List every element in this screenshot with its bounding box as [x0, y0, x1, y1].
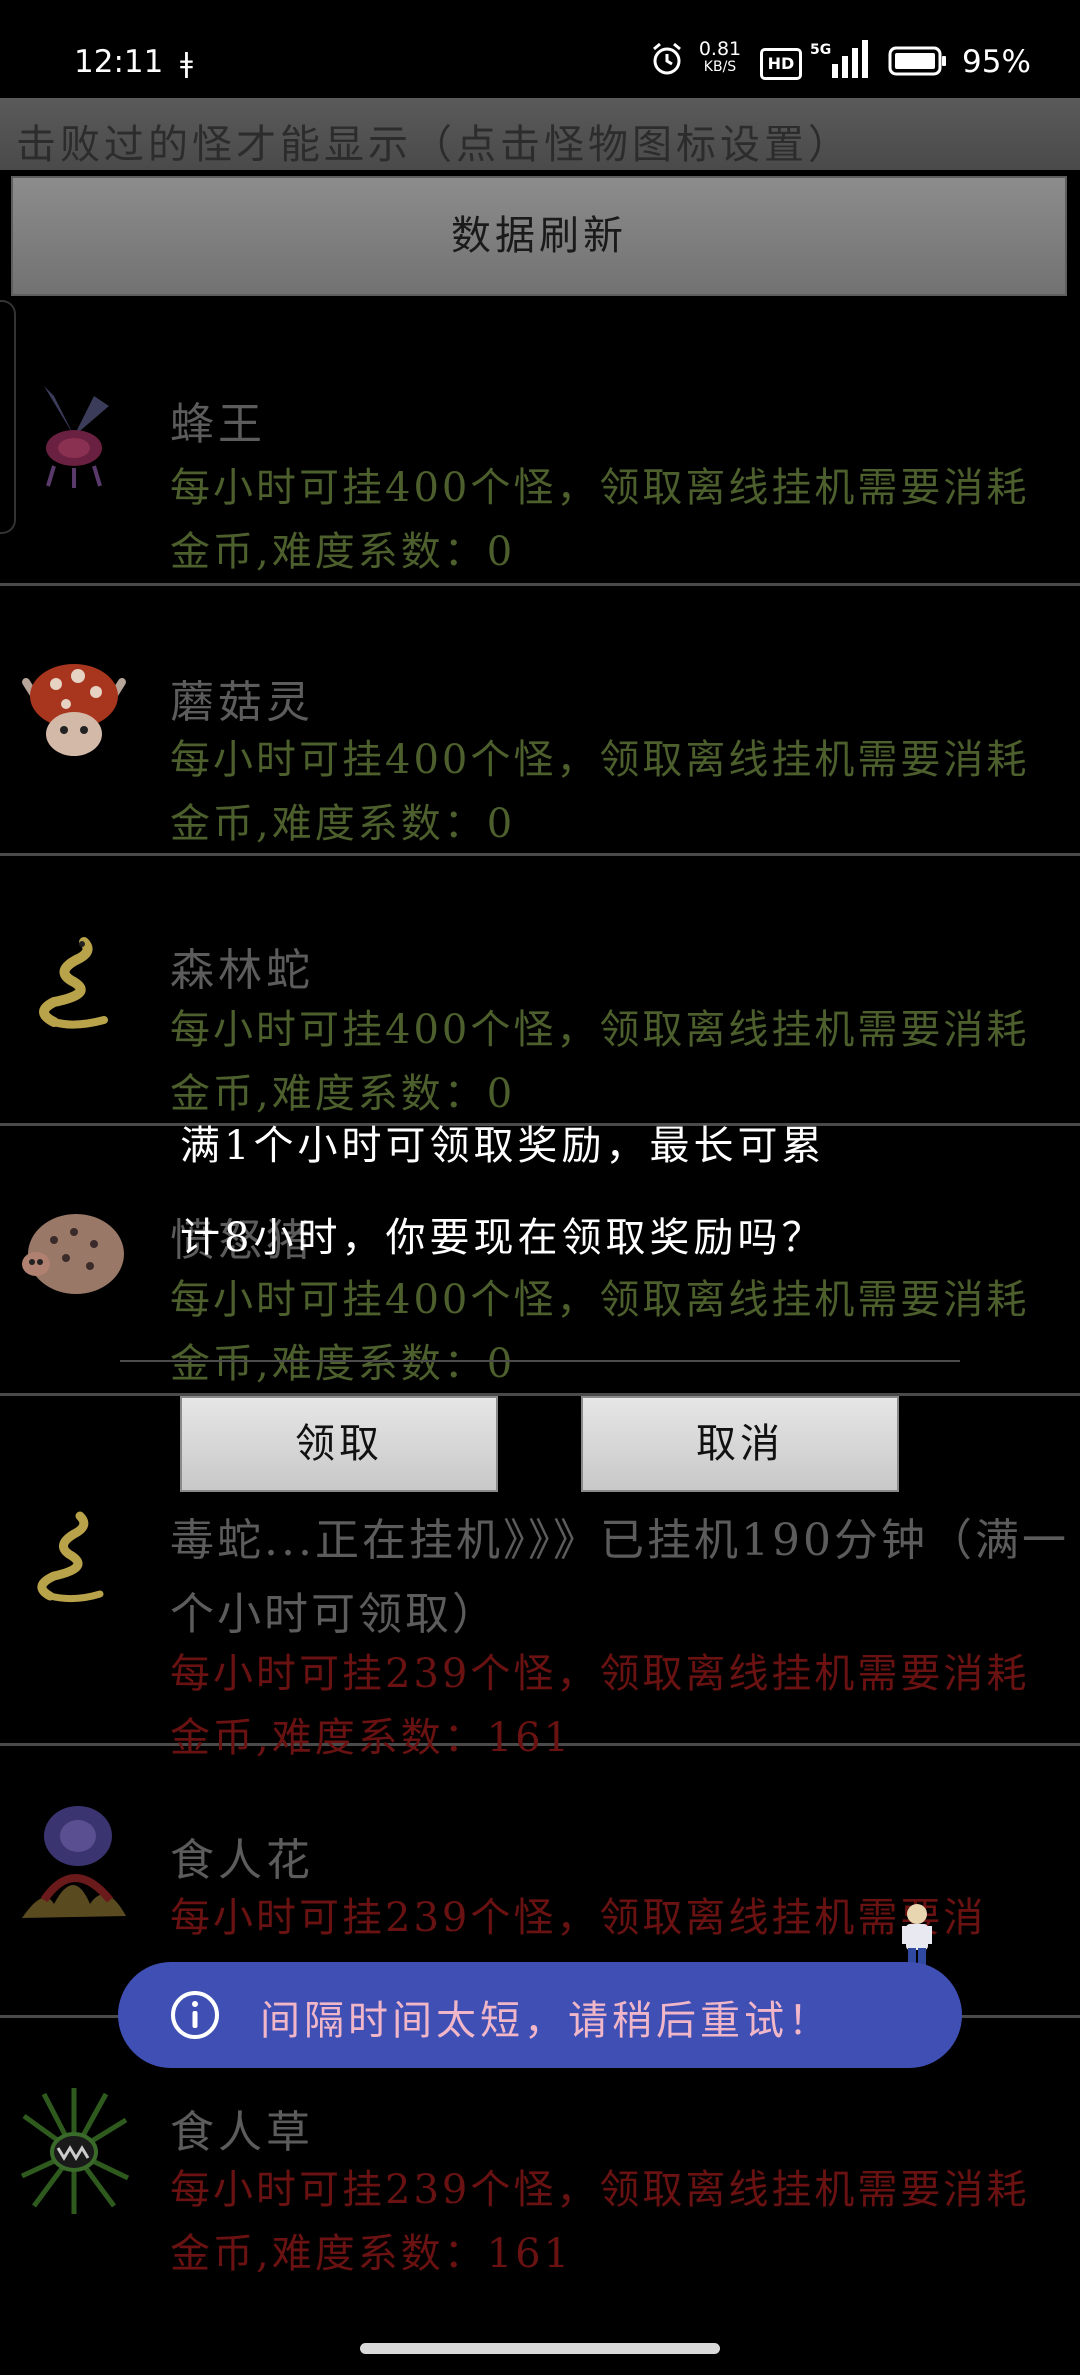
bee-king-icon[interactable]: [14, 376, 134, 496]
refresh-button[interactable]: 数据刷新: [11, 176, 1067, 296]
list-item[interactable]: 蜂王 每小时可挂400个怪，领取离线挂机需要消耗金币,难度系数：0: [0, 300, 1080, 586]
battery-percent: 95%: [962, 44, 1031, 80]
dialog-message-line1: 满1个小时可领取奖励，最长可累: [180, 1123, 826, 1169]
monster-desc: 每小时可挂400个怪，领取离线挂机需要消耗金币,难度系数：0: [170, 465, 1030, 575]
info-icon: [171, 1991, 219, 2039]
battery-icon: [888, 46, 946, 76]
monster-name: 蘑菇灵: [170, 677, 314, 728]
home-indicator[interactable]: [360, 2343, 720, 2354]
idle-status: 毒蛇...正在挂机》》》已挂机190分钟（满一个小时可领取）: [170, 1515, 1069, 1640]
signal-5g-icon: 5G: [810, 40, 868, 78]
list-item[interactable]: 毒蛇...正在挂机》》》已挂机190分钟（满一个小时可领取） 每小时可挂239个…: [0, 1396, 1080, 1761]
network-speed: 0.81 KB/S: [694, 40, 746, 76]
monster-name: 食人花: [170, 1835, 314, 1886]
refresh-label: 数据刷新: [451, 213, 627, 259]
svg-text:5G: 5G: [810, 42, 831, 58]
speed-unit: KB/S: [703, 59, 737, 75]
list-item[interactable]: 蘑菇灵 每小时可挂400个怪，领取离线挂机需要消耗金币,难度系数：0: [0, 586, 1080, 856]
forest-snake-icon[interactable]: [14, 922, 134, 1042]
monster-name: 食人草: [170, 2107, 314, 2158]
monster-desc: 每小时可挂400个怪，领取离线挂机需要消耗金币,难度系数：0: [170, 1277, 1030, 1387]
monster-desc: 每小时可挂400个怪，领取离线挂机需要消耗金币,难度系数：0: [170, 737, 1030, 847]
dialog-divider: [120, 1360, 960, 1362]
hd-badge: HD: [760, 48, 802, 80]
status-time: 12:11: [74, 44, 164, 80]
status-bar: 12:11 ǂ 0.81 KB/S HD 5G 95%: [0, 0, 1080, 98]
man-eating-flower-icon[interactable]: [14, 1796, 134, 1926]
link-icon: ǂ: [180, 46, 193, 79]
poison-snake-icon[interactable]: [14, 1496, 134, 1616]
hint-bar: 击败过的怪才能显示（点击怪物图标设置）: [0, 98, 1080, 170]
cancel-button[interactable]: 取消: [581, 1396, 899, 1492]
mushroom-spirit-icon[interactable]: [14, 644, 134, 764]
man-eating-grass-icon[interactable]: [14, 2086, 134, 2216]
hint-text: 击败过的怪才能显示（点击怪物图标设置）: [16, 122, 852, 168]
list-item[interactable]: 森林蛇 每小时可挂400个怪，领取离线挂机需要消耗金币,难度系数：0: [0, 856, 1080, 1126]
dialog-message-line2: 计8小时，你要现在领取奖励吗？: [180, 1215, 826, 1261]
claim-button[interactable]: 领取: [180, 1396, 498, 1492]
alarm-icon: [653, 42, 681, 75]
speed-value: 0.81: [698, 38, 742, 60]
toast: 间隔时间太短，请稍后重试！: [118, 1962, 962, 2068]
monster-name: 森林蛇: [170, 945, 314, 996]
dialog-message: 满1个小时可领取奖励，最长可累 计8小时，你要现在领取奖励吗？: [180, 1100, 940, 1284]
monster-desc: 每小时可挂239个怪，领取离线挂机需要消耗金币,难度系数：161: [170, 2167, 1030, 2277]
monster-name: 蜂王: [170, 399, 266, 450]
angry-pig-icon[interactable]: [14, 1192, 134, 1312]
toast-message: 间隔时间太短，请稍后重试！: [260, 1998, 832, 2044]
